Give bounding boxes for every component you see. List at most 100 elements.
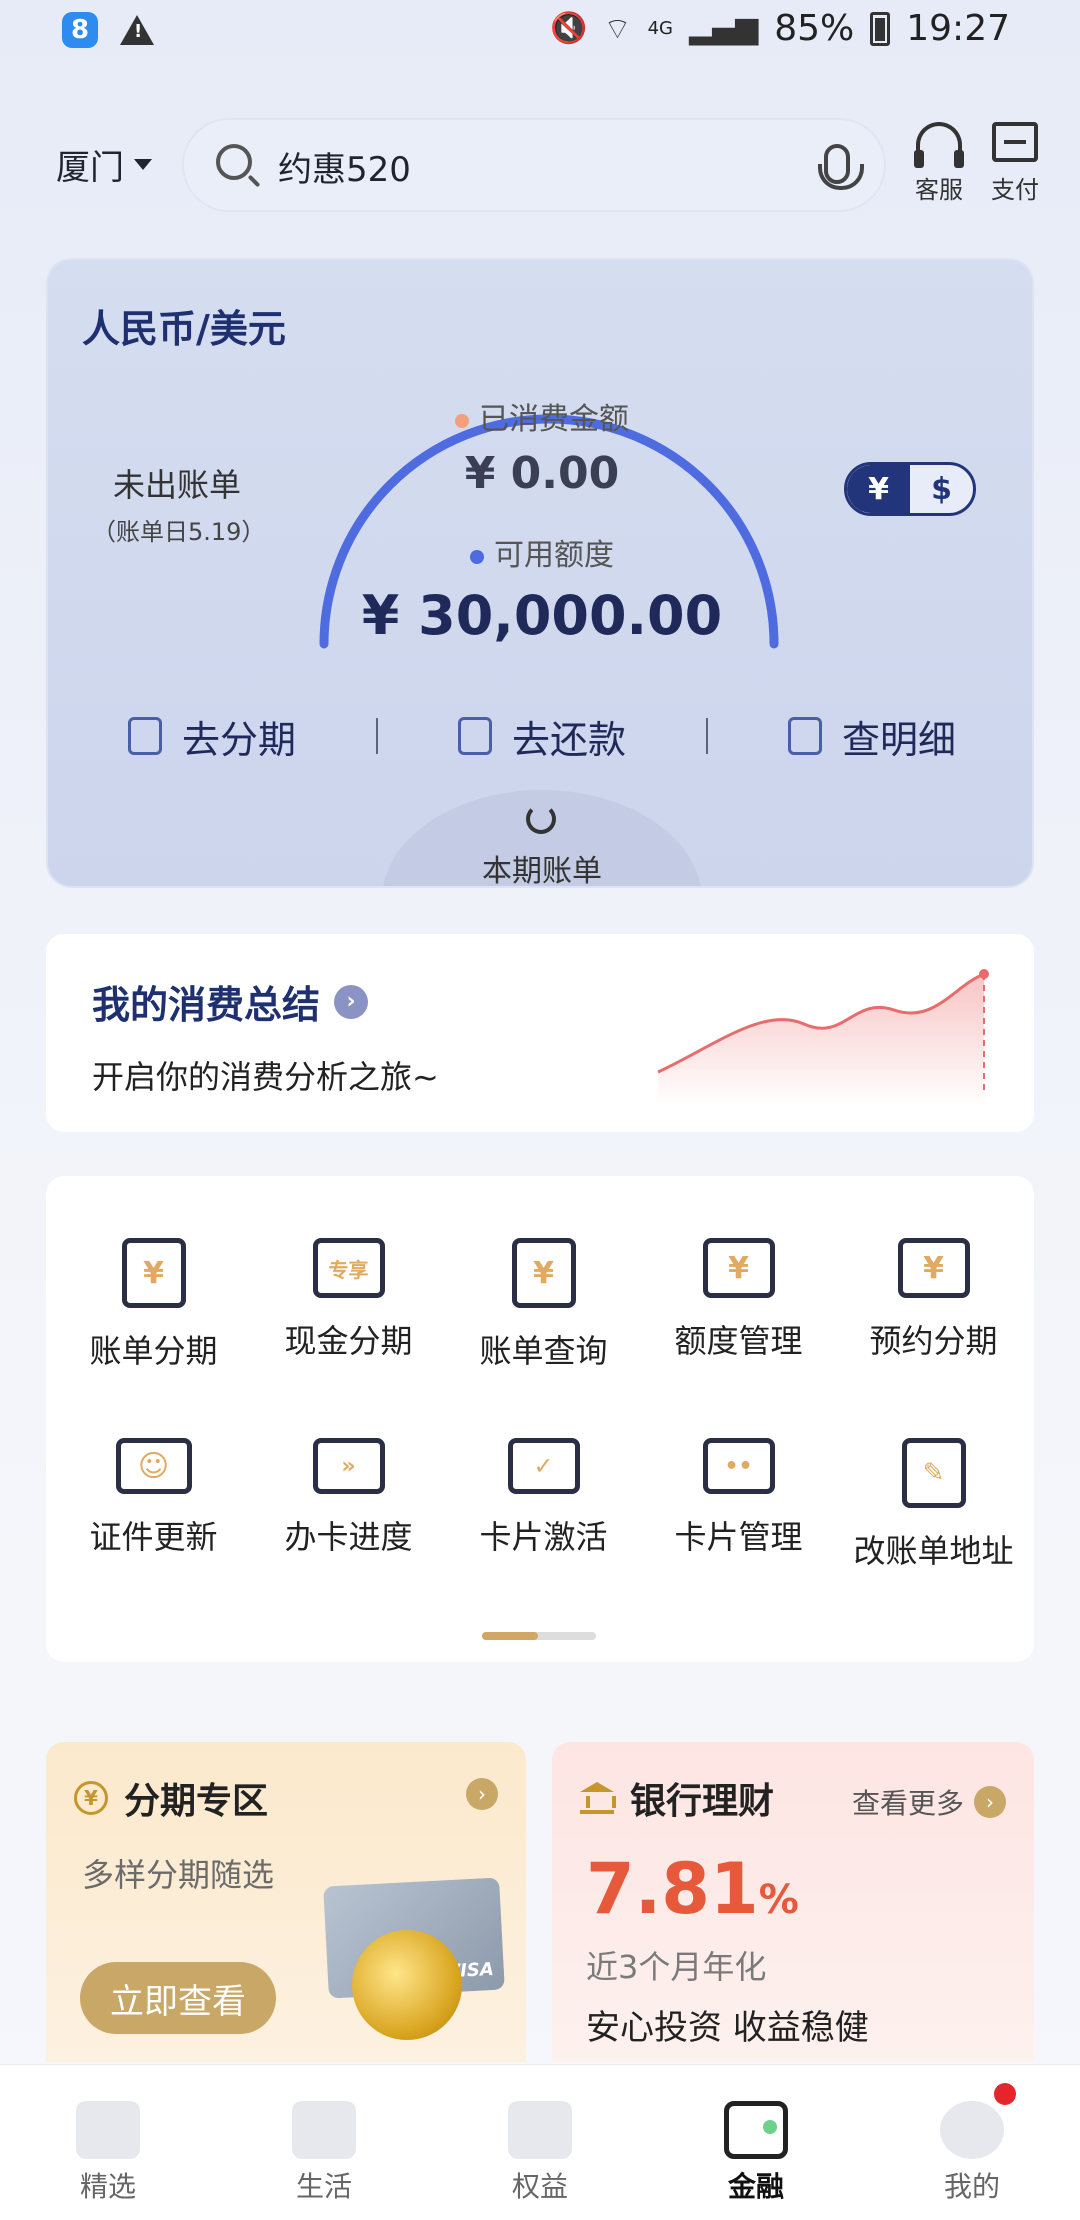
menu-label: 证件更新 [89, 1518, 218, 1556]
menu-label: 卡片激活 [479, 1518, 608, 1556]
card-actions: 去分期 去还款 查明细 [48, 696, 1032, 776]
summary-title-row: 我的消费总结 › [92, 974, 369, 1029]
nav-tab-life[interactable]: 生活 [216, 2065, 432, 2220]
crown-icon [508, 2101, 572, 2159]
caret-down-icon [134, 159, 152, 170]
chevron-right-icon[interactable]: › [466, 1778, 498, 1810]
battery-percent: 85% [774, 8, 855, 49]
menu-label: 账单分期 [89, 1332, 218, 1370]
rate-label: 近3个月年化 [586, 1948, 767, 1986]
yen-wallet-icon: ¥ [702, 1238, 775, 1298]
repay-action-label: 去还款 [511, 717, 626, 762]
card-manage-icon: •• [702, 1438, 775, 1494]
view-now-button[interactable]: 立即查看 [80, 1962, 276, 2034]
function-menu: ¥ 账单分期 专享 现金分期 ¥ 账单查询 ¥ 额度管理 ¥ 预约分期 ☺ 证件… [46, 1176, 1034, 1662]
search-doc-icon [787, 717, 822, 755]
bank-wealth-header: 银行理财 [580, 1772, 774, 1824]
pay-button[interactable]: 支付 [980, 122, 1050, 205]
yen-coin-icon: ¥ [74, 1781, 108, 1815]
spending-summary-card[interactable]: 我的消费总结 › 开启你的消费分析之旅~ [46, 934, 1034, 1132]
menu-row-2: ☺ 证件更新 » 办卡进度 ✓ 卡片激活 •• 卡片管理 ✎ 改账单地址 [46, 1438, 1034, 1572]
yen-document-icon: ¥ [121, 1238, 186, 1308]
header: 厦门 约惠520 客服 支付 [0, 118, 1080, 214]
details-action-button[interactable]: 查明细 [708, 709, 1032, 764]
installment-zone-header: ¥ 分期专区 [74, 1772, 268, 1824]
city-selector[interactable]: 厦门 [56, 140, 152, 189]
currency-usd-option[interactable]: $ [910, 465, 973, 513]
menu-card-activation[interactable]: ✓ 卡片激活 [448, 1438, 639, 1572]
notification-dot [994, 2083, 1016, 2105]
installment-action-label: 去分期 [181, 717, 296, 762]
menu-label: 改账单地址 [853, 1532, 1014, 1570]
menu-label: 账单查询 [479, 1332, 608, 1370]
credit-card-panel: 人民币/美元 未出账单 （账单日5.19） 已消费金额 ¥ 0.00 可用额度 … [46, 258, 1034, 888]
nav-tab-featured[interactable]: 精选 [0, 2065, 216, 2220]
yen-search-icon: ¥ [511, 1238, 576, 1308]
annual-rate: 7.81% [586, 1848, 799, 1930]
current-bill-tab[interactable]: 本期账单 [382, 790, 702, 886]
nav-tab-benefits[interactable]: 权益 [432, 2065, 648, 2220]
menu-bill-installment[interactable]: ¥ 账单分期 [58, 1238, 249, 1372]
summary-subtitle: 开启你的消费分析之旅~ [92, 1058, 439, 1096]
installment-zone-subtitle: 多样分期随选 [82, 1856, 275, 1894]
battery-icon [870, 11, 891, 46]
wallet-icon [457, 717, 492, 755]
signal-icon: ▂▄▆ [689, 11, 759, 46]
menu-label: 卡片管理 [674, 1518, 803, 1556]
nav-tab-mine[interactable]: 我的 [864, 2065, 1080, 2220]
spending-trend-sparkline [657, 969, 989, 1106]
details-action-label: 查明细 [841, 717, 956, 762]
nav-label: 我的 [943, 2170, 1000, 2203]
consumed-label-row: 已消费金额 [48, 394, 1032, 438]
mute-icon: 🔇 [550, 11, 588, 46]
customer-service-button[interactable]: 客服 [904, 122, 974, 205]
shopping-bag-icon [292, 2101, 356, 2159]
network-label: 4G [647, 18, 674, 39]
refresh-icon [526, 804, 556, 834]
menu-card-management[interactable]: •• 卡片管理 [643, 1438, 834, 1572]
installment-action-button[interactable]: 去分期 [48, 709, 376, 764]
menu-change-bill-address[interactable]: ✎ 改账单地址 [838, 1438, 1029, 1572]
pay-label: 支付 [991, 176, 1039, 204]
menu-application-progress[interactable]: » 办卡进度 [253, 1438, 444, 1572]
warning-icon [120, 15, 154, 45]
installment-zone-card[interactable]: ¥ 分期专区 › 多样分期随选 立即查看 [46, 1742, 526, 2062]
summary-title: 我的消费总结 [92, 983, 321, 1027]
search-input[interactable]: 约惠520 [278, 142, 411, 191]
app-notification-icon: 8 [62, 12, 98, 48]
menu-page-indicator [482, 1632, 596, 1640]
nav-label: 权益 [511, 2170, 568, 2203]
headset-icon [914, 122, 964, 168]
customer-service-label: 客服 [915, 176, 963, 204]
clock: 19:27 [906, 8, 1010, 49]
see-more-label: 查看更多 [851, 1787, 964, 1820]
menu-label: 办卡进度 [284, 1518, 413, 1556]
currency-cny-option[interactable]: ¥ [847, 465, 910, 513]
menu-id-update[interactable]: ☺ 证件更新 [58, 1438, 249, 1572]
consumed-label: 已消费金额 [479, 402, 629, 437]
menu-label: 预约分期 [869, 1322, 998, 1360]
menu-row-1: ¥ 账单分期 专享 现金分期 ¥ 账单查询 ¥ 额度管理 ¥ 预约分期 [46, 1238, 1034, 1372]
consumed-dot-icon [455, 413, 469, 428]
menu-cash-installment[interactable]: 专享 现金分期 [253, 1238, 444, 1372]
yen-doc-icon [127, 717, 162, 755]
id-card-icon: ☺ [115, 1438, 192, 1494]
menu-limit-management[interactable]: ¥ 额度管理 [643, 1238, 834, 1372]
search-bar[interactable]: 约惠520 [182, 118, 886, 212]
scan-pay-icon [992, 122, 1038, 162]
menu-scheduled-installment[interactable]: ¥ 预约分期 [838, 1238, 1029, 1372]
featured-icon [76, 2101, 140, 2159]
city-label: 厦门 [56, 148, 124, 188]
see-more-link[interactable]: 查看更多 › [852, 1782, 1006, 1822]
bank-wealth-card[interactable]: 银行理财 查看更多 › 7.81% 近3个月年化 安心投资 收益稳健 [552, 1742, 1034, 2062]
status-bar: 8 🔇 ⌔ 4G ▂▄▆ 85% 19:27 [0, 0, 1080, 66]
repay-action-button[interactable]: 去还款 [378, 709, 706, 764]
currency-toggle[interactable]: ¥ $ [844, 462, 976, 516]
nav-label: 精选 [79, 2170, 136, 2203]
microphone-icon[interactable] [818, 144, 864, 190]
wifi-icon: ⌔ [603, 11, 632, 47]
nav-tab-finance[interactable]: 金融 [648, 2065, 864, 2220]
menu-bill-query[interactable]: ¥ 账单查询 [448, 1238, 639, 1372]
edit-document-icon: ✎ [901, 1438, 966, 1508]
nav-label: 金融 [727, 2170, 784, 2203]
